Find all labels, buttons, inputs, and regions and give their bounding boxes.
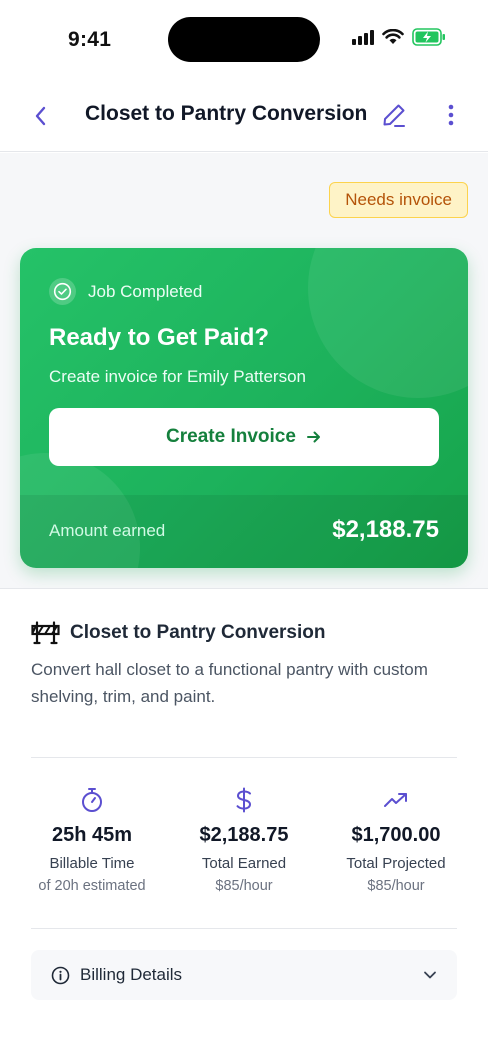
amount-value: $2,188.75 (332, 516, 439, 543)
job-title-row: Closet to Pantry Conversion (31, 621, 326, 645)
create-invoice-button[interactable]: Create Invoice (49, 408, 439, 466)
job-status-row: Job Completed (49, 278, 202, 305)
arrow-right-icon (306, 431, 320, 443)
stats-row: 25h 45m Billable Time of 20h estimated $… (0, 786, 488, 894)
stat-billable-time: 25h 45m Billable Time of 20h estimated (16, 786, 168, 894)
job-title: Closet to Pantry Conversion (70, 622, 326, 643)
divider (31, 757, 457, 758)
status-icons (352, 28, 446, 46)
stopwatch-icon (82, 788, 102, 812)
chevron-left-icon (35, 106, 46, 126)
status-badge: Needs invoice (329, 182, 468, 218)
back-button[interactable] (26, 102, 54, 130)
check-circle-icon (49, 278, 76, 305)
job-description: Convert hall closet to a functional pant… (31, 660, 428, 706)
amount-label: Amount earned (49, 521, 166, 540)
more-button[interactable] (438, 99, 464, 131)
more-vertical-icon (448, 104, 454, 126)
stat-value: 25h 45m (51, 824, 133, 846)
road-barrier-icon (31, 621, 60, 645)
stat-sub: of 20h estimated (38, 878, 146, 894)
dollar-icon (236, 787, 252, 813)
billing-details-label: Billing Details (80, 965, 183, 984)
edit-button[interactable] (378, 99, 410, 131)
decorative-circle (308, 248, 468, 398)
job-details-card: Closet to Pantry Conversion Convert hall… (0, 588, 488, 1061)
battery-charging-icon (412, 28, 445, 46)
stat-total-earned: $2,188.75 Total Earned $85/hour (168, 786, 320, 894)
stat-value: $2,188.75 (199, 824, 289, 846)
card-subtitle: Create invoice for Emily Patterson (49, 367, 306, 386)
trending-up-icon (384, 793, 407, 807)
nav-bar: Closet to Pantry Conversion (0, 80, 488, 152)
stat-sub: $85/hour (367, 878, 425, 894)
chevron-down-icon (424, 971, 436, 979)
stat-label: Total Earned (201, 855, 287, 872)
status-bar: 9:41 (0, 0, 488, 80)
info-icon (51, 966, 70, 984)
stat-value: $1,700.00 (351, 824, 441, 846)
status-time: 9:41 (68, 28, 112, 51)
create-invoice-label: Create Invoice (166, 426, 296, 447)
stat-label: Billable Time (49, 855, 135, 872)
job-status-label: Job Completed (88, 281, 203, 301)
content-area: Needs invoice Job Completed Ready to Get… (0, 153, 488, 1061)
stat-sub: $85/hour (215, 878, 273, 894)
page-title: Closet to Pantry Conversion (85, 102, 368, 125)
wifi-icon (382, 29, 404, 44)
cellular-signal-icon (352, 29, 374, 45)
get-paid-card: Job Completed Ready to Get Paid? Create … (20, 248, 468, 568)
stat-label: Total Projected (346, 855, 446, 872)
dynamic-island (168, 17, 320, 62)
billing-details-toggle[interactable]: Billing Details (31, 950, 457, 1000)
pencil-icon (383, 104, 405, 127)
stat-total-projected: $1,700.00 Total Projected $85/hour (320, 786, 472, 894)
card-heading: Ready to Get Paid? (49, 324, 270, 351)
divider (31, 928, 457, 929)
